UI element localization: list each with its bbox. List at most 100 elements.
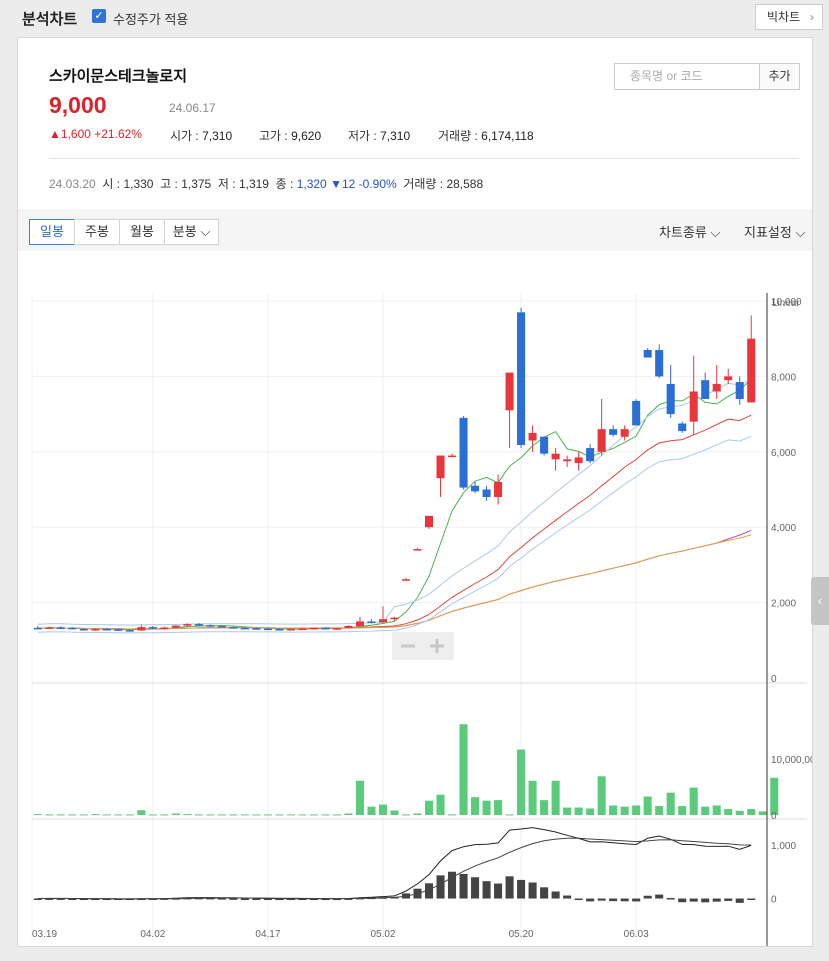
x-tick-label: 06.03 (624, 929, 649, 940)
candle-body (275, 628, 284, 631)
volume-bar (183, 814, 192, 816)
macd-signal-line (37, 837, 752, 900)
macd-histogram-bar (678, 898, 687, 903)
candle-body (597, 429, 606, 452)
tip-open: 1,330 (123, 177, 154, 191)
volume-bar (609, 805, 618, 815)
macd-histogram-bar (735, 898, 744, 903)
macd-histogram-bar (459, 873, 468, 899)
candle-body (643, 350, 652, 358)
candle-body (102, 628, 111, 631)
volume-bar (701, 806, 710, 815)
volume-bar (517, 749, 526, 815)
candle-body (79, 628, 88, 631)
indicator-settings-menu[interactable]: 지표설정 ⌵ (744, 222, 805, 241)
volume-bar (160, 814, 169, 816)
macd-tick-label: 0 (771, 895, 777, 906)
volume-bar (448, 814, 457, 816)
x-tick-label: 03.19 (32, 929, 57, 940)
volume-bar (712, 805, 721, 815)
candle-body (459, 417, 468, 488)
y-tick-label: 4,000 (771, 523, 796, 534)
volume-bar (298, 814, 307, 816)
adjusted-price-checkbox[interactable]: ✓ (92, 9, 106, 23)
moving-average-line (37, 529, 752, 630)
volume-bar (367, 806, 376, 815)
volume-tick-label: 0 (771, 811, 777, 822)
candle-body (286, 628, 295, 631)
candle-body (655, 350, 664, 377)
candle-body (424, 515, 434, 528)
volume-tick-label: 10,000,000 (771, 755, 812, 766)
macd-histogram-bar (517, 879, 526, 899)
macd-histogram-bar (551, 891, 560, 899)
stat-open: 시가 : 7,310 (170, 129, 233, 143)
candle-body (735, 382, 744, 400)
volume-bar (401, 814, 411, 816)
volume-bar (540, 800, 549, 815)
volume-bar (79, 814, 88, 816)
candle-body (68, 627, 77, 630)
volume-bar (114, 814, 123, 816)
volume-bar (125, 814, 134, 816)
tab-minute[interactable]: 분봉 ⌵ (164, 219, 219, 245)
chevron-down-icon: ⌵ (196, 224, 211, 239)
volume-bar (137, 810, 146, 815)
volume-bar (724, 809, 733, 815)
side-panel-toggle[interactable]: ‹ (811, 577, 829, 625)
volume-bar (563, 807, 572, 815)
adjusted-price-label[interactable]: 수정주가 적용 (113, 9, 188, 28)
volume-bar (252, 814, 261, 816)
big-chart-button[interactable]: 빅차트 › (755, 4, 823, 30)
volume-bar (586, 808, 595, 815)
candle-body (56, 627, 65, 629)
volume-bar (574, 807, 583, 815)
top-bar: 분석차트 ✓ 수정주가 적용 빅차트 › (0, 0, 829, 34)
chart-toolbar: 일봉 주봉 월봉 분봉 ⌵ 차트종류 ⌵ 지표설정 ⌵ (18, 209, 812, 251)
tab-monthly[interactable]: 월봉 (119, 219, 165, 245)
volume-bar (217, 814, 226, 816)
candle-body (332, 628, 341, 630)
volume-bar (459, 724, 468, 815)
volume-bar (390, 810, 399, 815)
volume-bar (321, 814, 330, 816)
crosshair-info: 24.03.20 시 : 1,330 고 : 1,375 저 : 1,319 종… (49, 177, 484, 191)
tab-daily[interactable]: 일봉 (29, 219, 75, 245)
tab-weekly[interactable]: 주봉 (74, 219, 120, 245)
candle-body (160, 627, 169, 629)
macd-histogram-bar (655, 894, 664, 899)
divider (49, 158, 799, 159)
add-stock-button[interactable]: 추가 (759, 63, 800, 90)
volume-bar (68, 814, 77, 816)
stat-volume: 거래량 : 6,174,118 (438, 129, 534, 143)
macd-histogram-bar (505, 876, 514, 899)
y-tick-label: 8,000 (771, 372, 796, 383)
price-change: ▲1,600 +21.62% (49, 127, 142, 141)
volume-bar (505, 814, 514, 816)
macd-histogram-bar (494, 883, 503, 899)
candle-body (482, 489, 491, 498)
moving-average-line (37, 379, 752, 631)
zoom-controls[interactable] (392, 632, 454, 660)
candle-body (45, 627, 54, 629)
tip-date: 24.03.20 (49, 177, 96, 191)
candle-body (206, 625, 215, 627)
volume-bar (229, 814, 238, 816)
candle-body (252, 628, 261, 630)
stock-search-input[interactable]: 종목명 or 코드 (614, 63, 760, 90)
x-tick-label: 04.02 (140, 929, 165, 940)
volume-bars (33, 724, 779, 816)
volume-bar (413, 813, 422, 815)
candle-body (309, 627, 318, 630)
volume-bar (632, 805, 641, 815)
volume-bar (378, 804, 388, 815)
stock-chart[interactable]: Linear10,0008,0006,0004,0002,000010,000,… (18, 251, 812, 946)
candle-body (321, 627, 330, 630)
candle-body (367, 621, 376, 623)
candle-body (436, 455, 445, 479)
price-date: 24.06.17 (169, 101, 216, 115)
candle-body (724, 376, 733, 381)
macd-panel (33, 827, 756, 903)
candle-body (701, 380, 710, 400)
chart-type-menu[interactable]: 차트종류 ⌵ (659, 222, 720, 241)
